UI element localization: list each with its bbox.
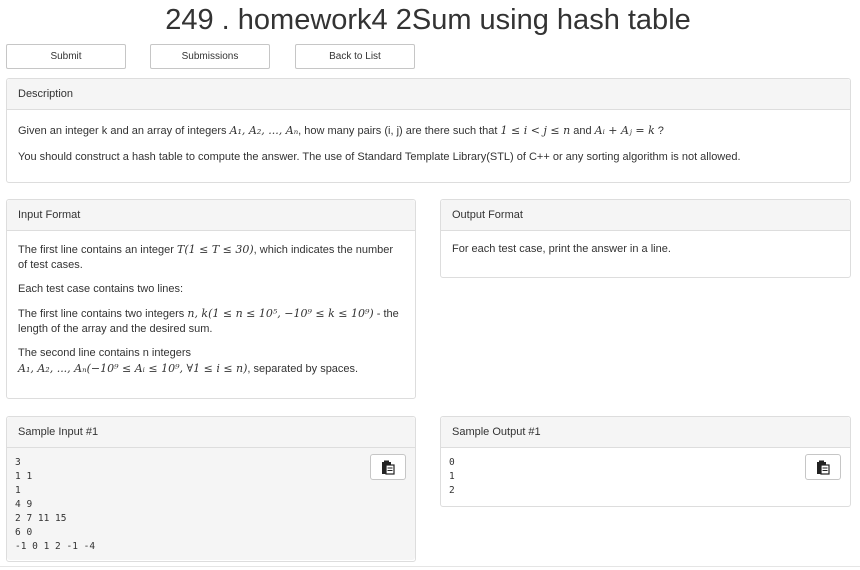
page-title: 249 . homework4 2Sum using hash table [165, 4, 691, 36]
sample-input-box: 3 1 1 1 4 9 2 7 11 15 6 0 -1 0 1 2 -1 -4 [7, 448, 415, 560]
back-to-list-button[interactable]: Back to List [295, 44, 415, 69]
bottom-divider [0, 566, 860, 567]
description-body: Given an integer k and an array of integ… [7, 110, 850, 184]
sample-output-content: 0 1 2 [449, 457, 455, 496]
sample-input-content: 3 1 1 1 4 9 2 7 11 15 6 0 -1 0 1 2 -1 -4 [15, 457, 96, 552]
input-format-line-4: The second line contains n integers A₁, … [18, 347, 359, 375]
input-format-line-3: The first line contains two integers n, … [18, 307, 399, 335]
sample-input-heading: Sample Input #1 [7, 417, 415, 448]
sample-output-box: 0 1 2 [441, 448, 850, 504]
input-format-body: The first line contains an integer T(1 ≤… [7, 231, 415, 396]
submissions-button[interactable]: Submissions [150, 44, 270, 69]
copy-sample-input-button[interactable] [370, 454, 406, 480]
input-format-panel: Input Format The first line contains an … [6, 199, 416, 399]
output-format-body: For each test case, print the answer in … [452, 243, 671, 255]
clipboard-icon [817, 460, 830, 475]
description-text-1: Given an integer k and an array of integ… [18, 124, 664, 137]
input-format-heading: Input Format [7, 200, 415, 231]
output-format-panel: Output Format For each test case, print … [440, 199, 851, 278]
description-heading: Description [7, 79, 850, 110]
input-format-line-2: Each test case contains two lines: [18, 283, 184, 295]
description-panel: Description Given an integer k and an ar… [6, 78, 851, 183]
output-format-heading: Output Format [441, 200, 850, 231]
input-format-line-1: The first line contains an integer T(1 ≤… [18, 243, 394, 271]
copy-sample-output-button[interactable] [805, 454, 841, 480]
sample-input-panel: Sample Input #1 3 1 1 1 4 9 2 7 11 15 6 … [6, 416, 416, 562]
clipboard-icon [382, 460, 395, 475]
description-text-2: You should construct a hash table to com… [18, 151, 741, 163]
sample-output-panel: Sample Output #1 0 1 2 [440, 416, 851, 507]
submit-button[interactable]: Submit [6, 44, 126, 69]
sample-output-heading: Sample Output #1 [441, 417, 850, 448]
